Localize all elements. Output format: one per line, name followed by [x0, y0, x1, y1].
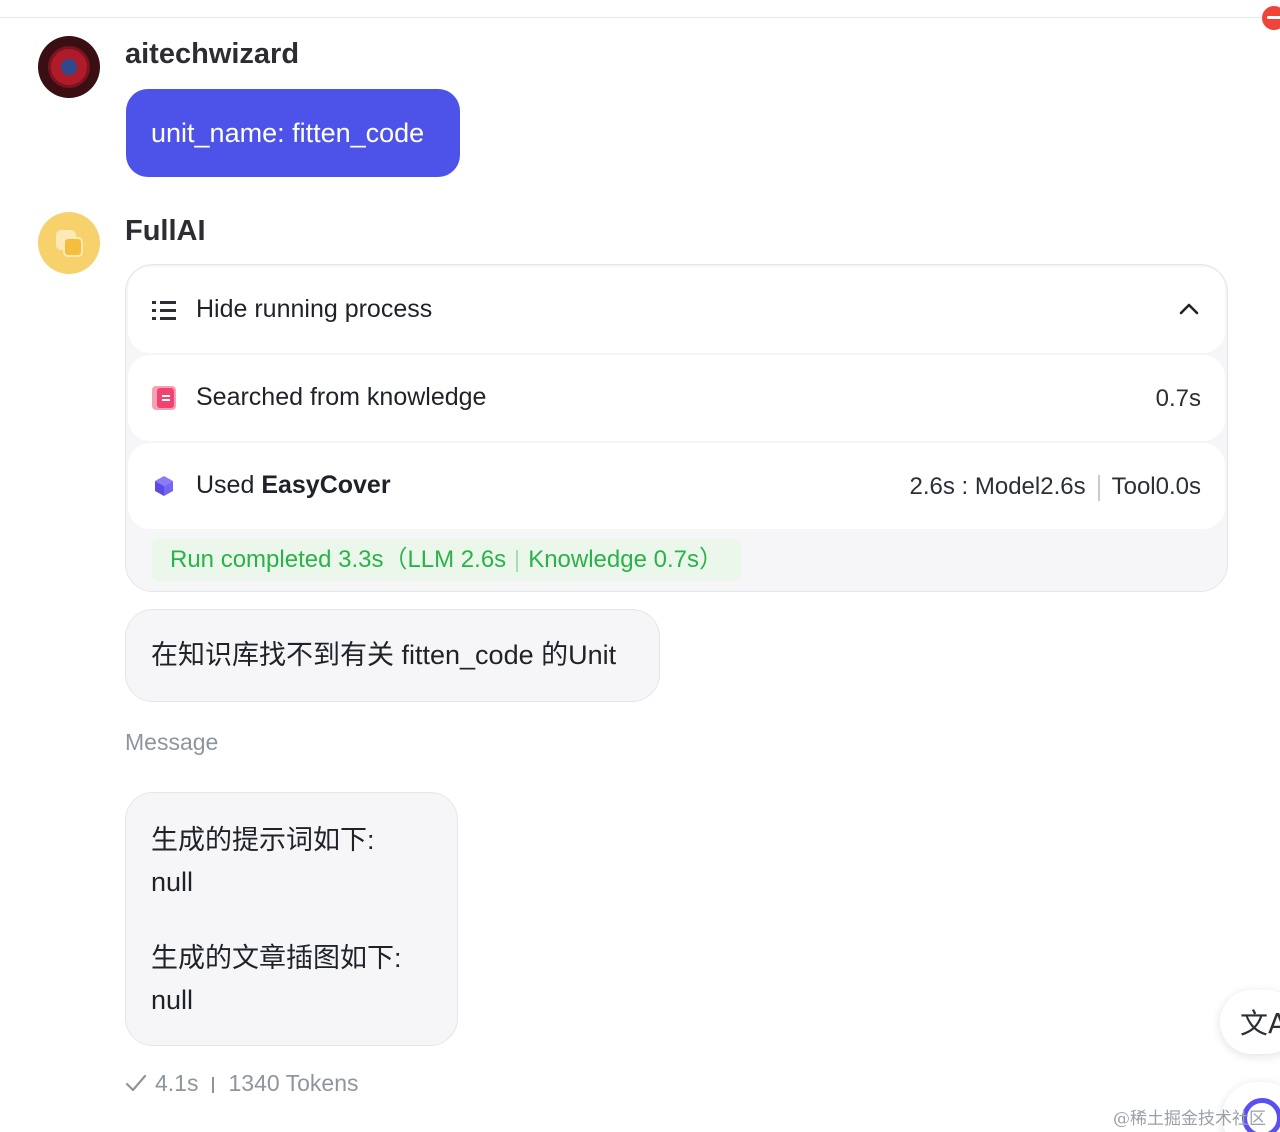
process-step-knowledge[interactable]: Searched from knowledge 0.7s — [128, 355, 1225, 441]
hide-process-label: Hide running process — [196, 295, 433, 323]
tool-time: Tool0.0s — [1111, 473, 1201, 500]
bot-reply-bubble: 在知识库找不到有关 fitten_code 的Unit — [125, 609, 660, 702]
tokens-text: 1340 Tokens — [228, 1070, 359, 1096]
user-name: aitechwizard — [125, 38, 300, 70]
step-time: 2.6s : Model2.6s Tool0.0s — [909, 473, 1201, 501]
hide-process-toggle[interactable]: Hide running process — [128, 267, 1225, 353]
process-step-plugin[interactable]: Used EasyCover 2.6s : Model2.6s Tool0.0s — [128, 443, 1225, 529]
translate-button[interactable]: 文A — [1220, 990, 1280, 1054]
message-line: 生成的文章插图如下: — [151, 943, 402, 973]
divider — [1097, 474, 1100, 501]
step-label: Used EasyCover — [196, 471, 391, 500]
message-line: null — [151, 867, 194, 897]
message-line: 生成的提示词如下: — [151, 825, 375, 855]
run-status-text: Run completed 3.3s（LLM 2.6s — [170, 546, 507, 573]
chat-page: aitechwizard unit_name: fitten_code Full… — [0, 0, 1280, 1132]
model-time: 2.6s : Model2.6s — [909, 473, 1086, 500]
knowledge-status-text: Knowledge 0.7s） — [528, 546, 723, 573]
running-process-card: Hide running process Searched from knowl… — [125, 264, 1228, 592]
close-badge-icon[interactable] — [1262, 6, 1280, 30]
step-time: 0.7s — [1155, 385, 1201, 412]
check-icon — [125, 1074, 147, 1092]
plugin-cube-icon — [155, 476, 173, 496]
knowledge-icon — [152, 386, 176, 410]
watermark: @稀土掘金技术社区 — [1113, 1109, 1266, 1129]
user-message-bubble: unit_name: fitten_code — [126, 89, 460, 177]
duration-text: 4.1s — [155, 1070, 199, 1096]
chevron-up-icon[interactable] — [1179, 299, 1199, 319]
translate-icon: 文A — [1240, 1007, 1280, 1040]
top-divider — [0, 17, 1280, 18]
message-section-label: Message — [125, 729, 219, 755]
run-status-badge: Run completed 3.3s（LLM 2.6s Knowledge 0.7… — [152, 539, 741, 581]
bot-avatar[interactable] — [38, 212, 100, 274]
step-label: Searched from knowledge — [196, 383, 487, 411]
message-footer: 4.1s 1340 Tokens — [125, 1070, 359, 1097]
divider — [212, 1076, 215, 1093]
bot-message-bubble: 生成的提示词如下: null 生成的文章插图如下: null — [125, 792, 458, 1046]
user-avatar[interactable] — [38, 36, 100, 98]
step-label-prefix: Used — [196, 471, 262, 499]
divider — [516, 549, 519, 572]
message-line: null — [151, 985, 194, 1015]
bot-name: FullAI — [125, 215, 206, 247]
list-icon — [152, 298, 176, 322]
plugin-name: EasyCover — [261, 471, 391, 499]
